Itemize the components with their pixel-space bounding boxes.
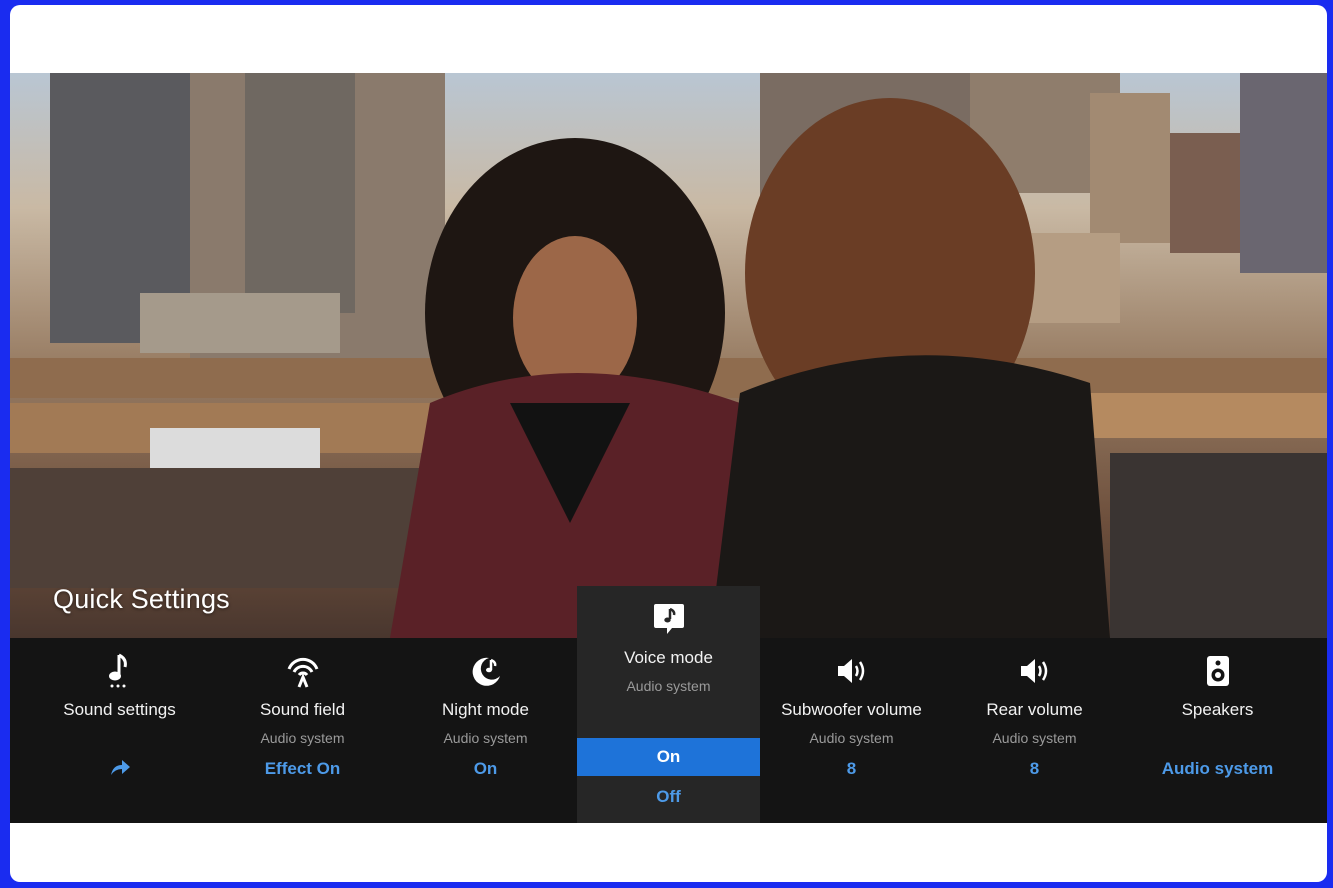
tile-subtitle: Audio system <box>809 730 894 746</box>
voice-mode-option-off[interactable]: Off <box>577 778 760 816</box>
tile-speakers[interactable]: Speakers Audio system <box>1126 638 1309 823</box>
speaker-volume-icon <box>760 652 943 690</box>
tile-label: Night mode <box>442 700 529 719</box>
tile-rear-volume[interactable]: Rear volume Audio system 8 <box>943 638 1126 823</box>
tile-value: Effect On <box>264 759 341 778</box>
video-background: Quick Settings Sound settings Sound fiel… <box>10 73 1327 823</box>
voice-mode-label: Voice mode <box>624 648 713 667</box>
speaker-volume-icon <box>943 652 1126 690</box>
quick-settings-title: Quick Settings <box>53 584 230 614</box>
tile-label: Speakers <box>1181 700 1254 719</box>
voice-mode-popup[interactable]: Voice mode Audio system On Off <box>577 586 760 823</box>
tile-subtitle: Audio system <box>443 730 528 746</box>
tile-sound-settings[interactable]: Sound settings <box>28 638 211 823</box>
tile-value: 8 <box>846 759 857 778</box>
tile-subwoofer-volume[interactable]: Subwoofer volume Audio system 8 <box>760 638 943 823</box>
voice-mode-subtitle: Audio system <box>626 678 711 694</box>
tile-label: Sound settings <box>63 700 176 719</box>
tile-night-mode[interactable]: Night mode Audio system On <box>394 638 577 823</box>
tile-label: Subwoofer volume <box>781 700 922 719</box>
voice-mode-option-on[interactable]: On <box>577 738 760 776</box>
tile-value: On <box>473 759 498 778</box>
tile-subtitle: Audio system <box>992 730 1077 746</box>
tile-label: Rear volume <box>986 700 1083 719</box>
night-mode-icon <box>394 652 577 690</box>
sound-field-icon <box>211 652 394 690</box>
tv-screen-frame: Quick Settings Sound settings Sound fiel… <box>10 5 1327 882</box>
tile-value: 8 <box>1029 759 1040 778</box>
speaker-box-icon <box>1126 652 1309 690</box>
share-arrow-icon <box>28 759 211 782</box>
tile-subtitle: Audio system <box>260 730 345 746</box>
tile-label: Sound field <box>259 700 346 719</box>
tile-sound-field[interactable]: Sound field Audio system Effect On <box>211 638 394 823</box>
music-note-icon <box>28 652 211 690</box>
voice-bubble-icon <box>577 598 760 638</box>
tile-value: Audio system <box>1161 759 1274 778</box>
